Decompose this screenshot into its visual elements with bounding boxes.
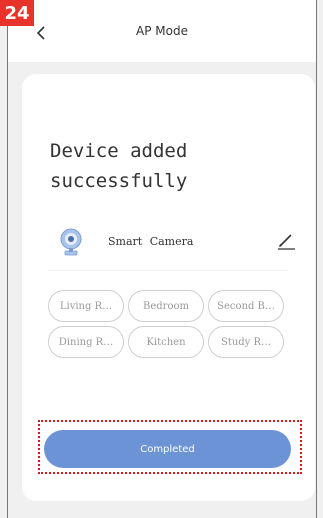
room-chip-study[interactable]: Study R… [208,326,284,358]
room-chip-bedroom[interactable]: Bedroom [128,290,204,322]
divider [48,270,288,271]
edit-pencil-icon[interactable] [276,232,296,250]
device-name: Smart Camera [108,235,194,248]
step-number-badge: 24 [0,0,34,26]
room-chip-second-bedroom[interactable]: Second B… [208,290,284,322]
device-row: Smart Camera [48,224,300,260]
room-chip-dining[interactable]: Dining R… [48,326,124,358]
completed-button[interactable]: Completed [44,430,291,468]
room-chip-kitchen[interactable]: Kitchen [128,326,204,358]
camera-icon [60,228,82,256]
header-bar: AP Mode [8,0,316,62]
success-message: Device added successfully [50,140,188,192]
room-chip-living[interactable]: Living R… [48,290,124,322]
page-title: AP Mode [136,24,188,38]
